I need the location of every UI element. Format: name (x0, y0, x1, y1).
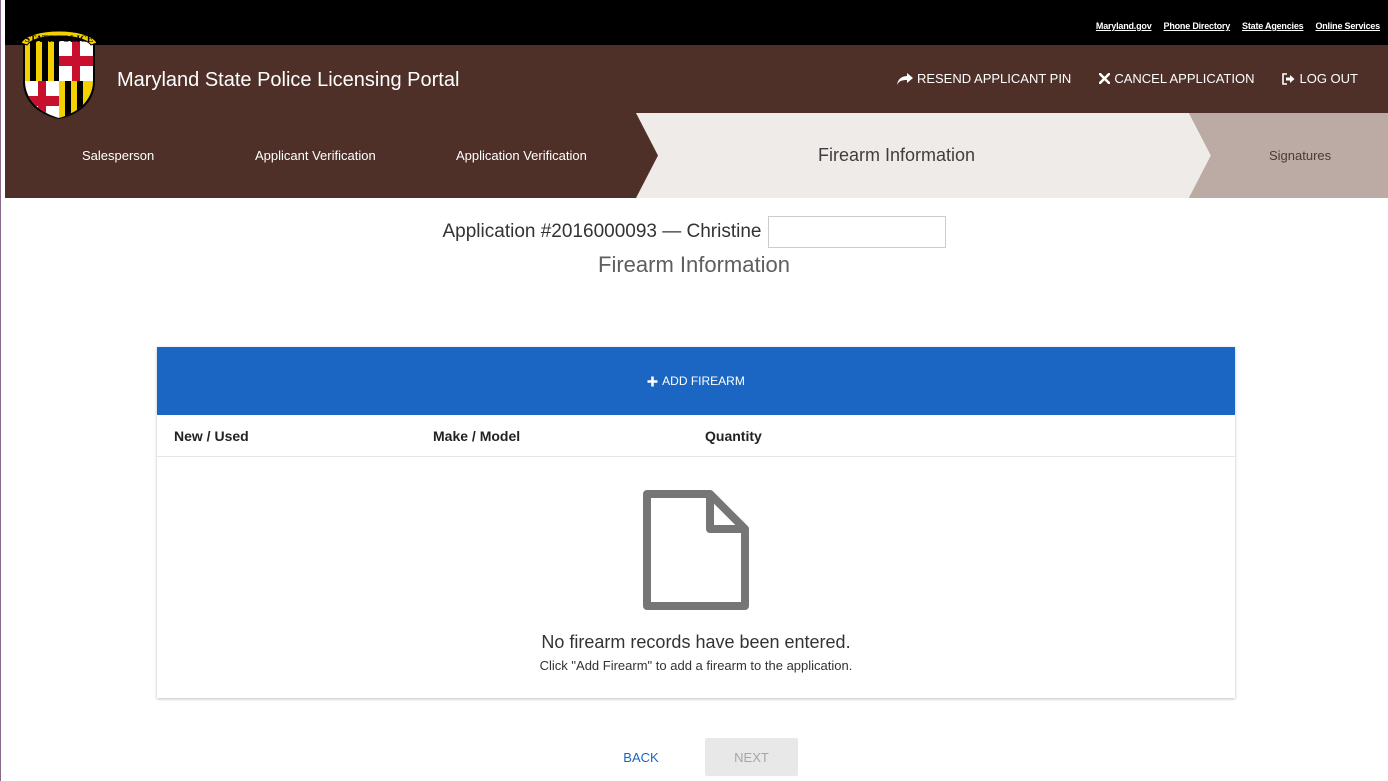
phone-directory-link[interactable]: Phone Directory (1164, 21, 1231, 31)
step-applicant-verification[interactable]: Applicant Verification (255, 113, 376, 198)
empty-state-hint: Click "Add Firearm" to add a firearm to … (539, 658, 853, 673)
back-button[interactable]: BACK (606, 738, 676, 776)
utility-links: Maryland.gov Phone Directory State Agenc… (1096, 21, 1380, 31)
online-services-link[interactable]: Online Services (1315, 21, 1380, 31)
add-firearm-button[interactable]: ADD FIREARM (157, 347, 1235, 415)
column-header-new-used: New / Used (174, 428, 249, 444)
step-application-verification[interactable]: Application Verification (456, 113, 587, 198)
application-title-text: Application #2016000093 — Christine (442, 221, 762, 242)
logo-text: STATE POLICE (25, 35, 94, 45)
step-firearm-information[interactable]: Firearm Information (818, 113, 975, 198)
progress-steps: Salesperson Applicant Verification Appli… (5, 113, 1388, 198)
table-header-row: New / Used Make / Model Quantity (157, 415, 1235, 457)
steps-background (636, 113, 1388, 198)
add-firearm-label: ADD FIREARM (662, 374, 745, 388)
column-header-make-model: Make / Model (433, 428, 521, 444)
applicant-last-name-field[interactable] (767, 216, 946, 248)
application-title: Application #2016000093 — Christine (443, 216, 946, 248)
share-arrow-icon (896, 72, 913, 85)
firearm-table-card: ADD FIREARM New / Used Make / Model Quan… (157, 347, 1235, 698)
logout-button[interactable]: LOG OUT (1282, 71, 1358, 86)
cancel-application-button[interactable]: CANCEL APPLICATION (1099, 71, 1254, 86)
cancel-application-label: CANCEL APPLICATION (1114, 71, 1255, 86)
site-header: Maryland State Police Licensing Portal R… (5, 45, 1388, 113)
empty-document-icon (643, 490, 749, 610)
empty-state-message: No firearm records have been entered. (541, 632, 851, 652)
header-actions: RESEND APPLICANT PIN CANCEL APPLICATION … (896, 71, 1358, 86)
resend-pin-label: RESEND APPLICANT PIN (916, 71, 1072, 86)
utility-bar: Maryland.gov Phone Directory State Agenc… (5, 0, 1388, 45)
close-icon (1099, 73, 1111, 84)
plus-icon (647, 376, 658, 386)
state-agencies-link[interactable]: State Agencies (1242, 21, 1304, 31)
resend-pin-button[interactable]: RESEND APPLICANT PIN (896, 71, 1072, 86)
logout-label: LOG OUT (1299, 71, 1358, 86)
column-header-quantity: Quantity (705, 428, 762, 444)
state-police-logo: STATE POLICE (20, 30, 98, 119)
step-signatures[interactable]: Signatures (1269, 113, 1331, 198)
step-salesperson[interactable]: Salesperson (82, 113, 154, 198)
application-title-row: Application #2016000093 — Christine (0, 216, 1388, 248)
portal-title: Maryland State Police Licensing Portal (117, 69, 460, 91)
maryland-gov-link[interactable]: Maryland.gov (1096, 21, 1152, 31)
logout-icon (1282, 72, 1295, 85)
next-button[interactable]: NEXT (705, 738, 798, 776)
page-subtitle: Firearm Information (598, 252, 790, 277)
